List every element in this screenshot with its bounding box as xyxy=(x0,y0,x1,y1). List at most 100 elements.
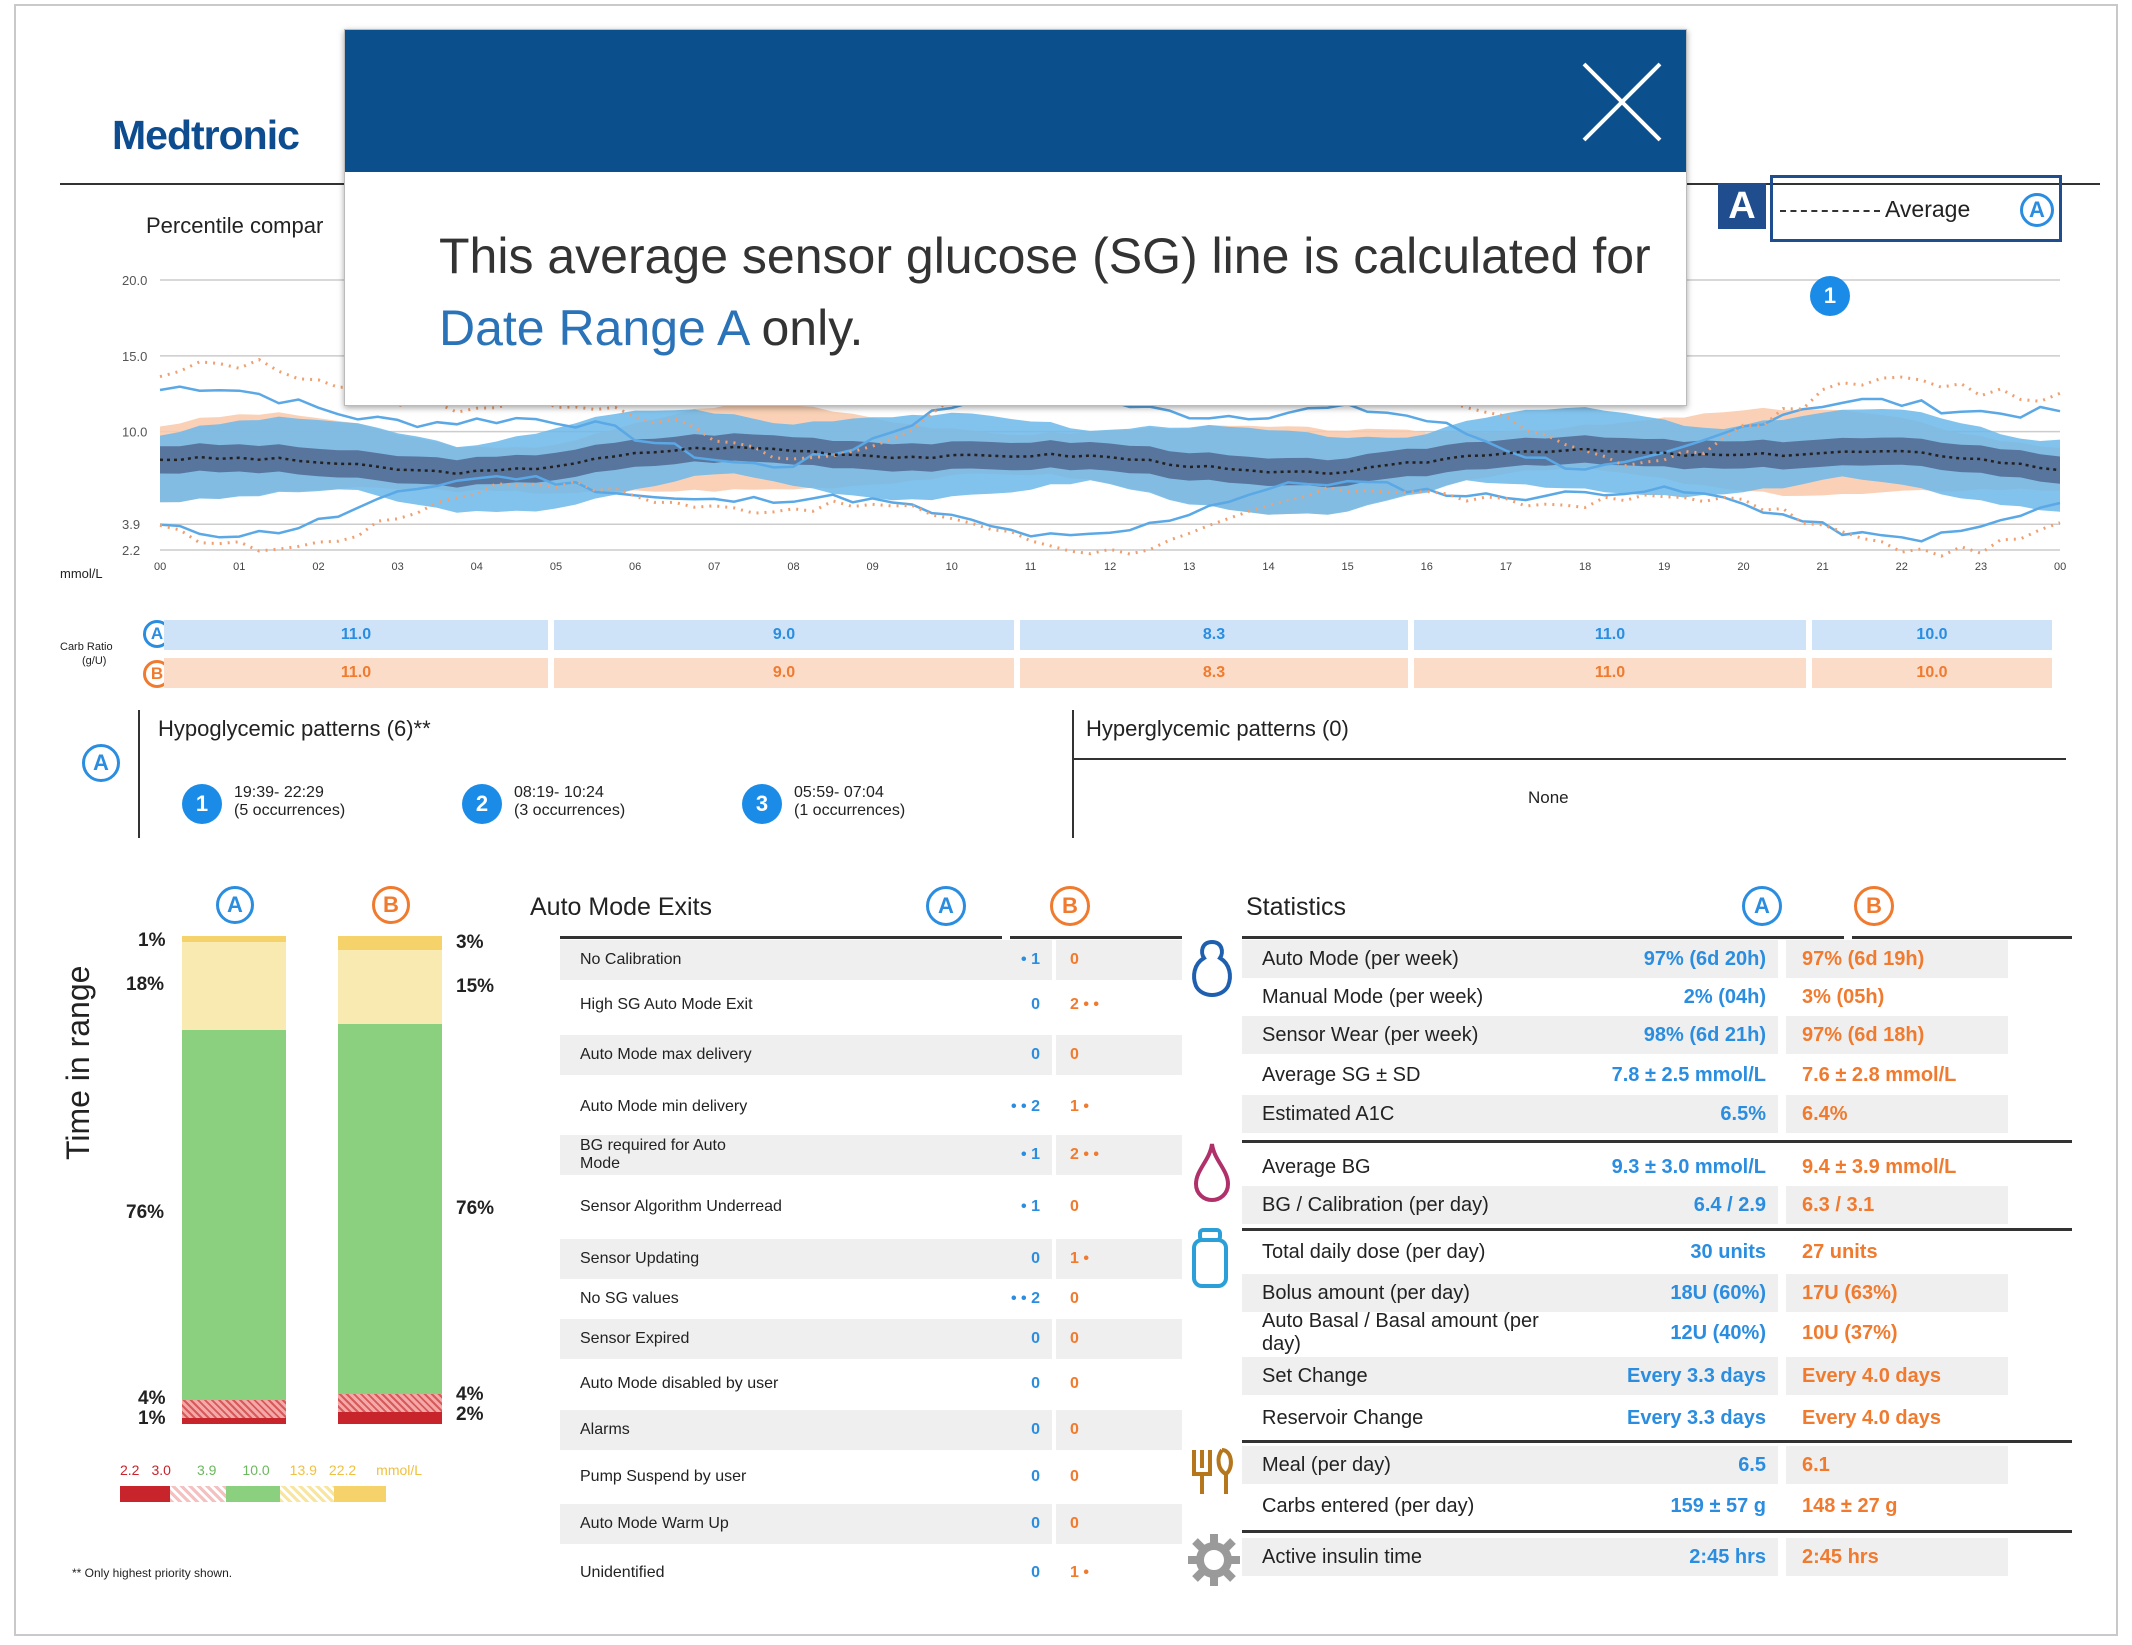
blood-drop-icon xyxy=(1193,1143,1231,1202)
x-tick-label: 23 xyxy=(1975,561,1987,573)
scale-high xyxy=(280,1486,334,1502)
pattern-marker-1[interactable]: 1 xyxy=(1810,276,1850,316)
auto-mode-icon xyxy=(1192,939,1232,997)
stats-b-circle: B xyxy=(1854,886,1894,926)
hypo-pattern-1[interactable]: 1 19:39- 22:29 (5 occurrences) xyxy=(182,784,345,824)
stat-value-b: 6.1 xyxy=(1786,1446,2008,1484)
pattern-text: 05:59- 07:04 (1 occurrences) xyxy=(794,784,905,820)
patterns-divider xyxy=(1072,710,1074,838)
stat-value-a: 7.8 ± 2.5 mmol/L xyxy=(1611,1063,1766,1086)
stat-label: Manual Mode (per week) xyxy=(1262,985,1484,1008)
stat-label: Average BG xyxy=(1262,1155,1371,1178)
x-tick-label: 11 xyxy=(1025,561,1036,573)
stat-spacer xyxy=(1578,1538,1596,1576)
stat-value-a: Every 3.3 days xyxy=(1596,1357,1778,1395)
carb-b-cell: 8.3 xyxy=(1020,658,1408,688)
popup-message: This average sensor glucose (SG) line is… xyxy=(345,172,1686,364)
stat-value-b: 17U (63%) xyxy=(1786,1274,2008,1312)
exit-count-b: 1 • xyxy=(1070,1098,1089,1115)
x-tick-label: 14 xyxy=(1262,561,1274,573)
auto-mode-exit-row: Sensor Updating 0 1 • xyxy=(560,1239,1182,1279)
tir-b-circle: B xyxy=(372,886,410,924)
pattern-time: 19:39- 22:29 xyxy=(234,784,324,801)
y-tick-label: 15.0 xyxy=(122,349,147,364)
x-tick-label: 09 xyxy=(867,561,879,573)
stat-value-a: 159 ± 57 g xyxy=(1670,1494,1766,1517)
exit-count-a: • 1 xyxy=(922,1135,1052,1175)
tir-scale-bar xyxy=(120,1486,386,1502)
x-tick-label: 00 xyxy=(2054,561,2066,573)
stats-group-divider xyxy=(1242,1228,2072,1231)
ame-b-circle: B xyxy=(1050,886,1090,926)
tir-b-pct: 3% xyxy=(456,932,484,953)
stat-spacer xyxy=(1578,1186,1596,1224)
stats-group-divider xyxy=(1242,1530,2072,1533)
ame-a-circle: A xyxy=(926,886,966,926)
exit-count-b: 0 xyxy=(1070,1468,1079,1485)
tir-b-low2 xyxy=(338,1412,442,1424)
auto-mode-exit-row: No Calibration • 10 xyxy=(560,940,1182,980)
stat-value-a: 6.5% xyxy=(1596,1095,1778,1133)
tir-a-circle: A xyxy=(216,886,254,924)
stat-label: Meal (per day) xyxy=(1242,1446,1578,1484)
x-tick-label: 13 xyxy=(1183,561,1195,573)
hypo-pattern-2[interactable]: 2 08:19- 10:24 (3 occurrences) xyxy=(462,784,625,824)
auto-mode-exit-row: Auto Mode max delivery 0 0 xyxy=(560,1035,1182,1075)
scale-tick: 22.2 xyxy=(328,1462,357,1478)
x-tick-label: 08 xyxy=(787,561,799,573)
exit-count-b: 2 • • xyxy=(1070,996,1099,1013)
pattern-time: 08:19- 10:24 xyxy=(514,784,604,801)
exit-count-b: 0 xyxy=(1056,1319,1182,1359)
stat-label: Set Change xyxy=(1242,1357,1578,1395)
y-unit-label: mmol/L xyxy=(60,566,103,581)
x-tick-label: 17 xyxy=(1500,561,1512,573)
close-icon[interactable] xyxy=(1580,60,1664,144)
auto-mode-exit-row: Auto Mode Warm Up 0 0 xyxy=(560,1504,1182,1544)
x-tick-label: 12 xyxy=(1104,561,1116,573)
popup-text-end: only. xyxy=(747,300,864,356)
tir-scale: 2.2 3.0 3.9 10.0 13.9 22.2 mmol/L xyxy=(120,1462,422,1478)
stats-group-divider xyxy=(1242,1140,2072,1143)
stats-divider xyxy=(1242,936,1844,939)
info-popup: This average sensor glucose (SG) line is… xyxy=(344,29,1687,406)
ame-divider xyxy=(560,936,1002,939)
stat-spacer xyxy=(1578,1095,1596,1133)
time-in-range-title: Time in range xyxy=(60,965,96,1160)
x-tick-label: 03 xyxy=(392,561,404,573)
statistic-row: Meal (per day) 6.5 6.1 xyxy=(1242,1446,2070,1484)
tir-a-in-range xyxy=(182,1030,286,1400)
exit-count-b: 0 xyxy=(1056,1504,1182,1544)
carb-ratio-label: Carb Ratio (g/U) xyxy=(60,640,113,668)
exit-count-a: 0 xyxy=(922,1239,1052,1279)
hyper-none: None xyxy=(1528,788,1569,807)
auto-mode-exit-row: Sensor Expired 0 0 xyxy=(560,1319,1182,1359)
hypo-pattern-3[interactable]: 3 05:59- 07:04 (1 occurrences) xyxy=(742,784,905,824)
carb-a-cell: 11.0 xyxy=(164,620,548,650)
stat-value-a: 18U (60%) xyxy=(1596,1274,1778,1312)
stat-spacer xyxy=(1578,1487,1596,1525)
stat-value-b: 97% (6d 18h) xyxy=(1786,1016,2008,1054)
tir-bar-b xyxy=(338,936,442,1424)
scale-very-high xyxy=(334,1486,386,1502)
statistic-row: Carbs entered (per day) 159 ± 57 g 148 ± 2… xyxy=(1242,1487,2070,1525)
y-tick-label: 10.0 xyxy=(122,425,147,440)
stats-a-circle: A xyxy=(1742,886,1782,926)
stat-spacer xyxy=(1578,1056,1596,1094)
pattern-time: 05:59- 07:04 xyxy=(794,784,884,801)
popup-header xyxy=(345,30,1686,172)
stat-value-a: 98% (6d 21h) xyxy=(1596,1016,1778,1054)
y-tick-label: 3.9 xyxy=(122,517,140,532)
tir-a-pct: 18% xyxy=(126,974,165,995)
exit-count-a: 0 xyxy=(922,1319,1052,1359)
stat-value-b: 2:45 hrs xyxy=(1786,1538,2008,1576)
settings-gear-icon xyxy=(1188,1534,1240,1586)
scale-in-range xyxy=(226,1486,280,1502)
stat-value-b: Every 4.0 days xyxy=(1786,1357,2008,1395)
stats-group-divider xyxy=(1242,1440,2072,1443)
stat-spacer xyxy=(1578,978,1596,1016)
exit-count-a: • • 2 xyxy=(1011,1290,1040,1307)
statistic-row: Total daily dose (per day) 30 units 27 uni… xyxy=(1242,1233,2070,1271)
stat-spacer xyxy=(1578,1233,1596,1271)
stat-value-b: 6.4% xyxy=(1786,1095,2008,1133)
exit-count-b: 0 xyxy=(1056,1410,1182,1450)
